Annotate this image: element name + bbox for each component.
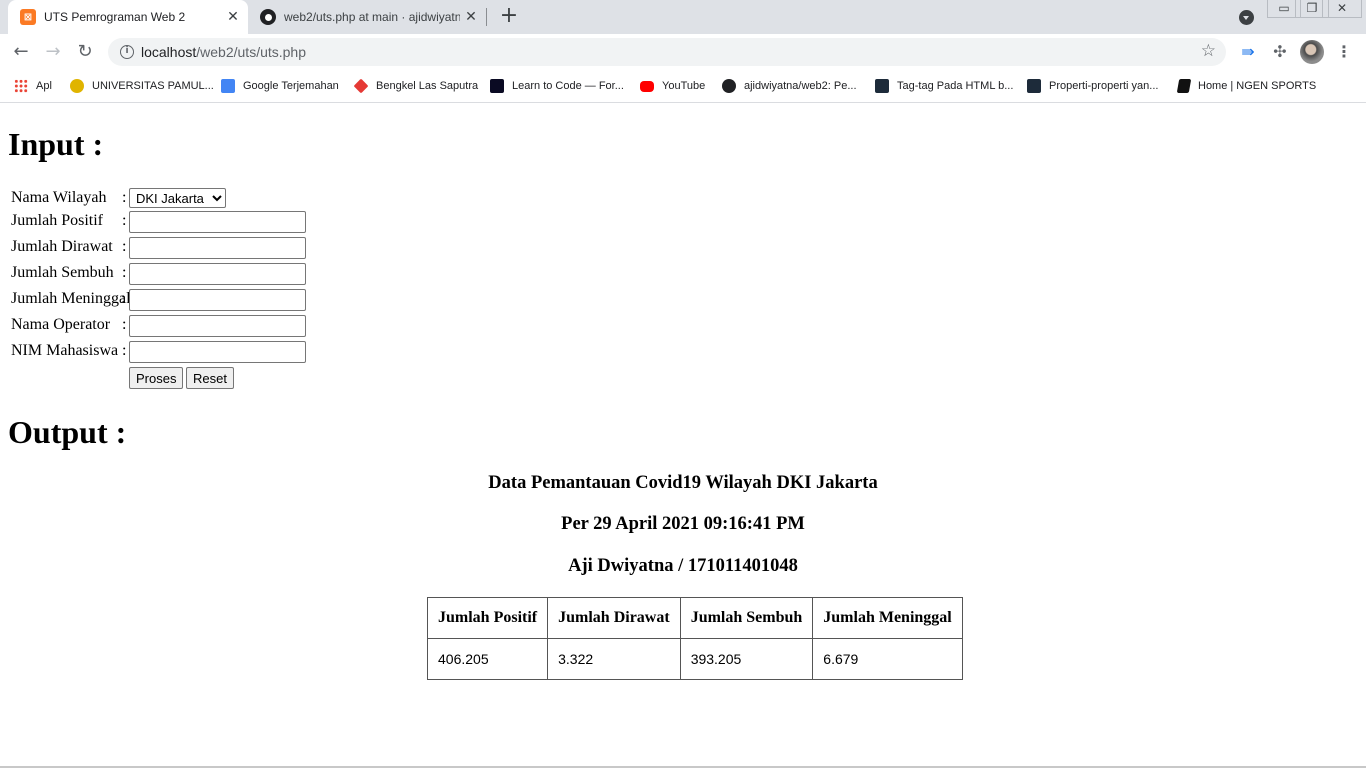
cell-meninggal: 6.679 <box>812 638 963 680</box>
extensions-puzzle-icon[interactable]: ✣ <box>1268 40 1292 64</box>
form-colon: : <box>122 342 127 359</box>
tab-separator <box>486 8 487 26</box>
covid-data-table: Jumlah Positif Jumlah Dirawat Jumlah Sem… <box>426 597 963 680</box>
header-positif: Jumlah Positif <box>426 597 549 639</box>
send-tab-icon[interactable]: ⇛ <box>1236 40 1260 64</box>
form-colon: : <box>122 316 127 333</box>
output-date: Per 29 April 2021 09:16:41 PM <box>561 514 805 534</box>
meninggal-input[interactable] <box>129 289 306 311</box>
page-content: Input : Nama Wilayah : DKI Jakarta Jumla… <box>0 104 1366 766</box>
bookmark-github-web2[interactable]: ajidwiyatna/web2: Pe... <box>722 78 857 94</box>
proses-button[interactable]: Proses <box>129 367 184 389</box>
input-heading: Input : <box>8 126 104 162</box>
bookmark-label: UNIVERSITAS PAMUL... <box>92 80 214 92</box>
nim-input[interactable] <box>129 341 306 363</box>
url-path: /web2/uts/uts.php <box>196 44 307 60</box>
kode-icon <box>1027 79 1041 93</box>
bookmark-label: Home | NGEN SPORTS <box>1198 80 1317 92</box>
bookmark-label: Bengkel Las Saputra <box>376 80 479 92</box>
bookmark-ngen-sports[interactable]: Home | NGEN SPORTS <box>1176 78 1317 94</box>
bookmark-unpam[interactable]: UNIVERSITAS PAMUL... <box>70 78 214 94</box>
table-header-row: Jumlah Positif Jumlah Dirawat Jumlah Sem… <box>426 597 963 639</box>
header-dirawat: Jumlah Dirawat <box>547 597 681 639</box>
form-colon: : <box>121 290 126 307</box>
youtube-icon <box>640 80 654 92</box>
bookmark-label: Tag-tag Pada HTML b... <box>897 80 1014 92</box>
freecodecamp-icon <box>490 79 504 93</box>
kode-icon <box>875 79 889 93</box>
bookmarks-bar: Apl UNIVERSITAS PAMUL... Google Terjemah… <box>0 70 1366 103</box>
bookmark-label: Learn to Code — For... <box>512 80 624 92</box>
tab-title: UTS Pemrograman Web 2 <box>44 10 186 24</box>
dirawat-input[interactable] <box>129 237 306 259</box>
wilayah-select[interactable]: DKI Jakarta <box>129 188 226 208</box>
browser-toolbar: ← → ↻ i localhost/web2/uts/uts.php ☆ ⇛ ✣… <box>0 34 1366 70</box>
menu-dots-icon[interactable]: ⋮ <box>1332 40 1356 64</box>
sembuh-label: Jumlah Sembuh <box>11 264 114 281</box>
output-heading: Output : <box>8 414 127 450</box>
tab-search-icon[interactable] <box>1239 10 1254 25</box>
bookmark-label: Properti-properti yan... <box>1049 80 1159 92</box>
reload-button[interactable]: ↻ <box>73 40 97 64</box>
bengkel-logo-icon <box>353 78 369 94</box>
form-colon: : <box>122 189 127 206</box>
bookmark-label: Apl <box>36 80 52 92</box>
bookmark-tag-html[interactable]: Tag-tag Pada HTML b... <box>875 78 1013 94</box>
window-close-button[interactable]: ✕ <box>1322 0 1362 18</box>
bookmark-bengkel[interactable]: Bengkel Las Saputra <box>353 78 479 94</box>
wilayah-label: Nama Wilayah <box>11 189 107 206</box>
output-title: Data Pemantauan Covid19 Wilayah DKI Jaka… <box>488 473 878 493</box>
meninggal-label: Jumlah Meninggal <box>11 290 131 307</box>
bookmark-label: YouTube <box>662 80 706 92</box>
tab-title: web2/uts.php at main · ajidwiyatna/ <box>284 10 460 24</box>
url-host: localhost <box>141 44 197 60</box>
github-icon <box>722 79 736 93</box>
back-button[interactable]: ← <box>9 40 33 64</box>
positif-input[interactable] <box>129 211 306 233</box>
reset-button[interactable]: Reset <box>186 367 234 389</box>
new-tab-button[interactable]: + <box>497 4 521 30</box>
address-bar[interactable]: i localhost/web2/uts/uts.php ☆ <box>108 38 1226 66</box>
xampp-icon: ⊠ <box>20 9 36 25</box>
url-text[interactable]: localhost/web2/uts/uts.php <box>141 44 306 60</box>
form-colon: : <box>122 212 127 229</box>
header-sembuh: Jumlah Sembuh <box>679 597 814 639</box>
bookmark-properti[interactable]: Properti-properti yan... <box>1027 78 1158 94</box>
google-translate-icon <box>221 79 235 93</box>
github-icon <box>260 9 276 25</box>
bookmark-google-translate[interactable]: Google Terjemahan <box>221 78 339 94</box>
form-colon: : <box>122 238 127 255</box>
dirawat-label: Jumlah Dirawat <box>11 238 113 255</box>
table-row: 406.205 3.322 393.205 6.679 <box>426 638 963 680</box>
form-colon: : <box>122 264 127 281</box>
bookmark-freecodecamp[interactable]: Learn to Code — For... <box>490 78 624 94</box>
info-icon[interactable]: i <box>120 45 134 59</box>
cell-positif: 406.205 <box>426 638 549 680</box>
bookmark-youtube[interactable]: YouTube <box>640 78 705 94</box>
cell-dirawat: 3.322 <box>547 638 681 680</box>
close-icon[interactable]: ✕ <box>222 9 244 25</box>
tab-uts-pemrograman[interactable]: ⊠ UTS Pemrograman Web 2 ✕ <box>8 0 248 34</box>
forward-button[interactable]: → <box>41 40 65 64</box>
header-meninggal: Jumlah Meninggal <box>812 597 963 639</box>
profile-avatar[interactable] <box>1300 40 1324 64</box>
output-author: Aji Dwiyatna / 171011401048 <box>568 556 798 576</box>
nim-label: NIM Mahasiswa <box>11 342 119 359</box>
positif-label: Jumlah Positif <box>11 212 104 229</box>
close-icon[interactable]: ✕ <box>460 9 482 25</box>
bookmark-star-icon[interactable]: ☆ <box>1201 41 1216 61</box>
operator-input[interactable] <box>129 315 306 337</box>
cell-sembuh: 393.205 <box>679 638 814 680</box>
apps-grid-icon <box>14 79 28 93</box>
tab-github-uts[interactable]: web2/uts.php at main · ajidwiyatna/ ✕ <box>248 0 486 34</box>
bookmark-apl[interactable]: Apl <box>14 78 52 94</box>
bookmark-label: ajidwiyatna/web2: Pe... <box>744 80 857 92</box>
tab-strip: ⊠ UTS Pemrograman Web 2 ✕ web2/uts.php a… <box>0 0 1366 34</box>
bookmark-label: Google Terjemahan <box>243 80 339 92</box>
sembuh-input[interactable] <box>129 263 306 285</box>
unpam-logo-icon <box>70 79 84 93</box>
operator-label: Nama Operator <box>11 316 111 333</box>
ngen-logo-icon <box>1176 79 1192 93</box>
